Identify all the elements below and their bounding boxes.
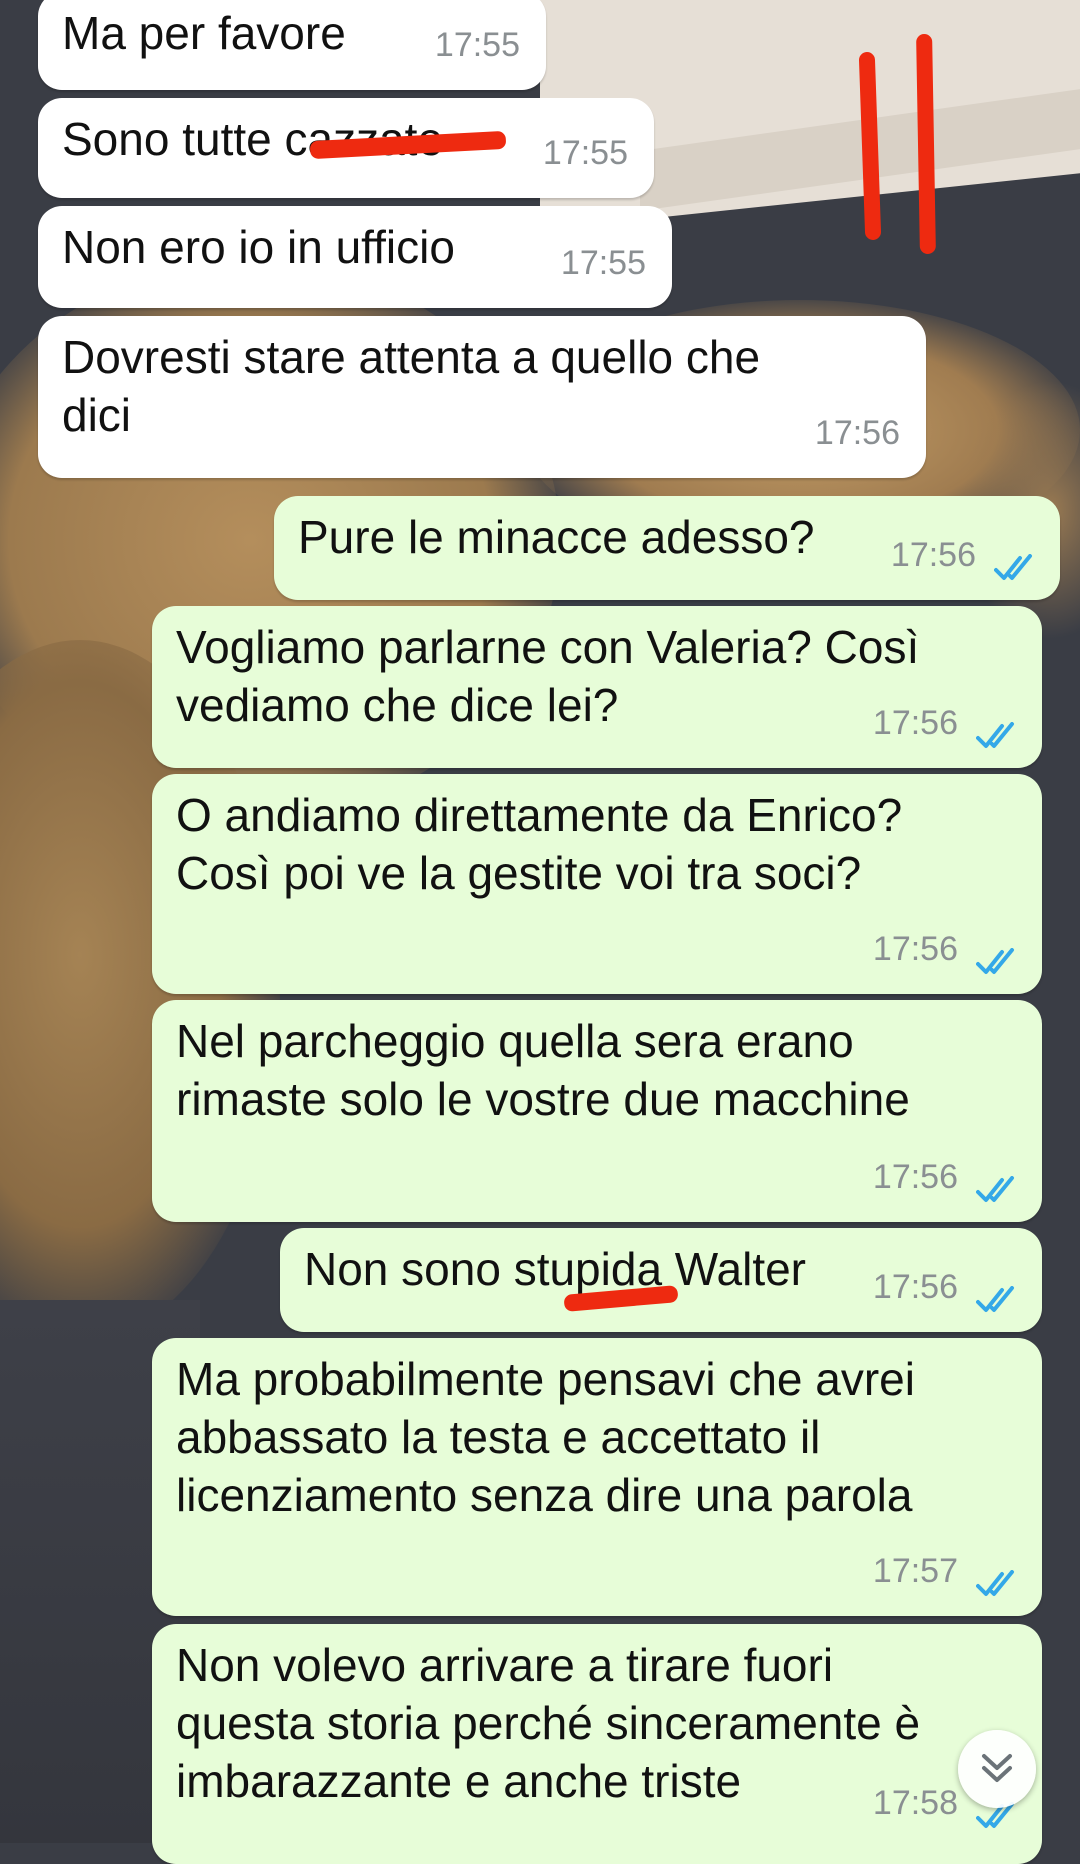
message-time: 17:56 — [872, 1268, 958, 1306]
message-time: 17:56 — [814, 414, 900, 452]
message-text: Ma probabilmente pensavi che avrei abbas… — [176, 1353, 915, 1521]
outgoing-message[interactable]: Vogliamo parlarne con Valeria? Così vedi… — [152, 606, 1042, 768]
double-check-icon — [976, 1570, 1014, 1596]
scroll-to-bottom-button[interactable] — [958, 1730, 1036, 1808]
outgoing-message[interactable]: Nel parcheggio quella sera erano rimaste… — [152, 1000, 1042, 1222]
double-check-icon — [976, 1286, 1014, 1312]
message-text: Non sono stupida Walter — [304, 1243, 807, 1295]
message-time: 17:56 — [872, 704, 958, 742]
outgoing-message[interactable]: Pure le minacce adesso? 17:56 — [274, 496, 1060, 600]
message-time: 17:55 — [560, 244, 646, 282]
message-text: Ma per favore — [62, 7, 346, 59]
incoming-message[interactable]: Ma per favore 17:55 — [38, 0, 546, 90]
message-text: O andiamo direttamente da Enrico? Così p… — [176, 789, 903, 899]
message-text: Nel parcheggio quella sera erano rimaste… — [176, 1015, 910, 1125]
message-text: Non ero io in ufficio — [62, 221, 455, 273]
double-check-icon — [976, 722, 1014, 748]
message-time: 17:55 — [542, 134, 628, 172]
message-time: 17:55 — [434, 26, 520, 64]
message-text: Non volevo arrivare a tirare fuori quest… — [176, 1639, 921, 1807]
incoming-message[interactable]: Sono tutte cazzate 17:55 — [38, 98, 654, 198]
incoming-message[interactable]: Non ero io in ufficio 17:55 — [38, 206, 672, 308]
outgoing-message[interactable]: Non volevo arrivare a tirare fuori quest… — [152, 1624, 1042, 1864]
message-time: 17:57 — [872, 1552, 958, 1590]
double-check-icon — [994, 554, 1032, 580]
double-check-icon — [976, 1176, 1014, 1202]
incoming-message[interactable]: Dovresti stare attenta a quello che dici… — [38, 316, 926, 478]
message-time: 17:56 — [872, 1158, 958, 1196]
message-text: Vogliamo parlarne con Valeria? Così vedi… — [176, 621, 920, 731]
message-text: Pure le minacce adesso? — [298, 511, 815, 563]
outgoing-message[interactable]: Non sono stupida Walter 17:56 — [280, 1228, 1042, 1332]
double-check-icon — [976, 948, 1014, 974]
message-time: 17:56 — [890, 536, 976, 574]
outgoing-message[interactable]: Ma probabilmente pensavi che avrei abbas… — [152, 1338, 1042, 1616]
outgoing-message[interactable]: O andiamo direttamente da Enrico? Così p… — [152, 774, 1042, 994]
message-text: Dovresti stare attenta a quello che dici — [62, 331, 761, 441]
double-chevron-down-icon — [982, 1754, 1012, 1782]
message-time: 17:58 — [872, 1784, 958, 1822]
message-time: 17:56 — [872, 930, 958, 968]
